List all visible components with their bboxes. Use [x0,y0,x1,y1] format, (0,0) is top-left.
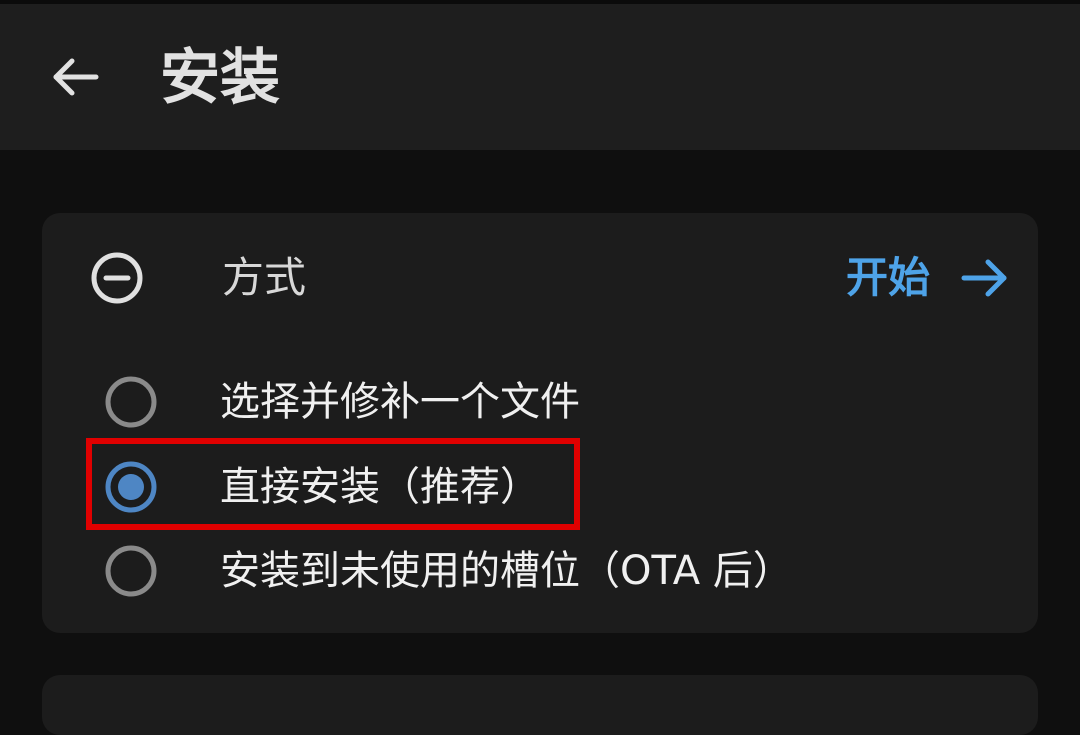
page-title: 安装 [160,43,280,113]
option-direct-install[interactable]: 直接安装（推荐） [104,457,1004,517]
next-card [42,675,1038,735]
install-method-card: 方式 开始 选择并修补一个文件 直接安装（推荐） 安装到未使用的槽位（OTA 后… [42,213,1038,633]
back-button[interactable] [40,42,110,112]
option-label: 选择并修补一个文件 [220,379,580,425]
minus-circle-icon[interactable] [90,251,144,305]
app-bar: 安装 [0,4,1080,150]
start-label: 开始 [845,253,930,302]
start-button[interactable]: 开始 [846,245,1010,311]
option-patch-file[interactable]: 选择并修补一个文件 [104,372,1004,432]
option-label: 安装到未使用的槽位（OTA 后） [220,548,793,594]
option-install-inactive-slot[interactable]: 安装到未使用的槽位（OTA 后） [104,541,1004,601]
radio-unchecked-icon[interactable] [104,544,158,598]
radio-unchecked-icon[interactable] [104,375,158,429]
method-label: 方式 [222,253,307,302]
arrow-right-icon [961,259,1007,297]
arrow-left-icon [53,58,99,96]
radio-checked-icon[interactable] [104,460,158,514]
option-label: 直接安装（推荐） [220,464,540,510]
